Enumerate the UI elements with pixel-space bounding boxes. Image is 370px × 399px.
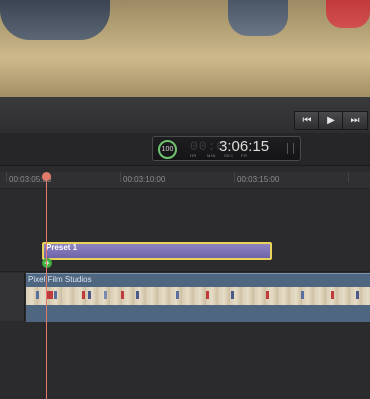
ruler-tick	[234, 172, 235, 182]
filmstrip-figure	[231, 291, 234, 299]
filmstrip-figure	[301, 291, 304, 299]
next-frame-button[interactable]: ⏭	[342, 111, 368, 130]
play-button[interactable]: ▶	[318, 111, 344, 130]
preset-clip[interactable]: Preset 1	[42, 242, 272, 260]
unit-fr: FR	[241, 153, 248, 158]
timeline-ruler[interactable]: 00:03:05:00 00:03:10:00 00:03:15:00	[0, 172, 370, 189]
filmstrip-figure	[136, 291, 139, 299]
filmstrip-figure	[266, 291, 269, 299]
playhead-handle[interactable]	[42, 172, 51, 181]
filmstrip-figure	[331, 291, 334, 299]
preset-clip-label: Preset 1	[46, 243, 78, 252]
video-clip-label: Pixel Film Studios	[28, 275, 92, 284]
add-icon: +	[42, 258, 52, 268]
playhead-line[interactable]	[46, 178, 47, 399]
filmstrip-figure	[206, 291, 209, 299]
previous-frame-button[interactable]: ⏮	[294, 111, 320, 130]
zoom-percent-indicator: 100	[158, 140, 177, 159]
filmstrip-figure	[82, 291, 85, 299]
viewer-figure-middle	[228, 0, 288, 36]
ruler-tick	[348, 172, 349, 182]
clip-filmstrip	[26, 287, 370, 305]
ruler-tick-label: 00:03:15:00	[237, 175, 280, 184]
filmstrip-figure	[121, 291, 124, 299]
filmstrip-figure	[356, 291, 359, 299]
track-divider	[0, 271, 370, 272]
timecode-display[interactable]: 100 00:0 3:06:15 HR MIN SEC FR	[152, 136, 301, 161]
filmstrip-figure	[104, 291, 107, 299]
timecode-divider-icon	[287, 143, 294, 154]
filmstrip-figure	[54, 291, 57, 299]
transport-bar: ⏮ ▶ ⏭	[0, 97, 370, 134]
video-viewer	[0, 0, 370, 97]
timecode-unit-labels: HR MIN SEC FR	[190, 153, 270, 158]
unit-min: MIN	[207, 153, 216, 158]
track-gutter	[0, 273, 25, 321]
ruler-tick	[6, 172, 7, 182]
filmstrip-figure	[46, 291, 53, 299]
video-clip[interactable]: Pixel Film Studios	[26, 273, 370, 322]
filmstrip-figure	[88, 291, 91, 299]
viewer-figure-right	[326, 0, 370, 28]
unit-hr: HR	[190, 153, 197, 158]
ruler-tick	[120, 172, 121, 182]
filmstrip-figure	[176, 291, 179, 299]
viewer-figure-left	[0, 0, 110, 40]
ruler-tick-label: 00:03:10:00	[123, 175, 166, 184]
unit-sec: SEC	[224, 153, 234, 158]
filmstrip-figure	[36, 291, 39, 299]
